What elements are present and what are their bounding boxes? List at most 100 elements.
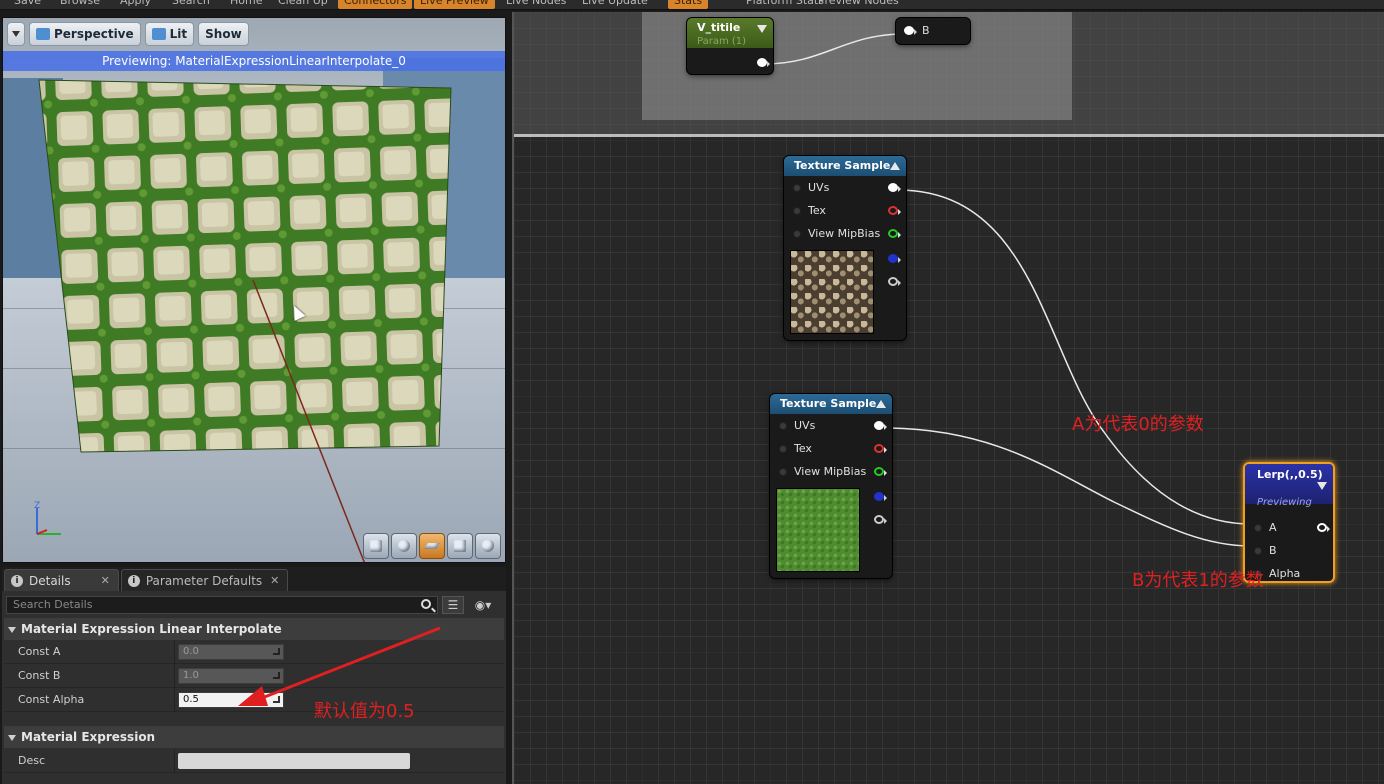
- param-node[interactable]: V_titile Param (1): [687, 18, 773, 74]
- uvs-pin-row: UVs: [784, 176, 906, 199]
- plane-icon[interactable]: [419, 533, 445, 559]
- const-a-input[interactable]: 0.0: [178, 644, 284, 660]
- const-alpha-input[interactable]: 0.5: [178, 692, 284, 708]
- node-graph-canvas[interactable]: V_titile Param (1) B Texture Sample UVs …: [512, 12, 1384, 784]
- annotation-a-param: A为代表0的参数: [1072, 414, 1204, 435]
- input-pin[interactable]: [1254, 524, 1262, 532]
- desc-input[interactable]: [178, 753, 410, 769]
- output-pin[interactable]: [874, 444, 887, 453]
- material-editor-window: Save Browse Apply Search Home Clean Up C…: [0, 0, 1384, 784]
- sphere-icon[interactable]: [391, 533, 417, 559]
- output-pin[interactable]: [757, 58, 770, 67]
- output-pin[interactable]: [888, 206, 901, 215]
- tex-pin-row: Tex: [770, 437, 892, 460]
- pin-label: View MipBias: [794, 465, 867, 478]
- search-icon[interactable]: [421, 599, 431, 609]
- viewport-floor: [3, 278, 505, 562]
- b-input-node[interactable]: B: [896, 18, 970, 44]
- lit-button[interactable]: Lit: [144, 22, 195, 46]
- toolbar-search-button[interactable]: Search: [166, 0, 216, 9]
- lerp-node[interactable]: Lerp(,,0.5) Previewing A B Alpha: [1243, 462, 1335, 583]
- output-pin[interactable]: [888, 183, 901, 192]
- cube-icon[interactable]: [447, 533, 473, 559]
- node-title: Texture Sample: [794, 159, 891, 172]
- details-panel: i Details ✕ i Parameter Defaults ✕ Searc…: [2, 567, 506, 784]
- pin-label: UVs: [794, 419, 816, 432]
- drag-handle-icon[interactable]: [273, 696, 280, 703]
- texture-sample-node[interactable]: Texture Sample UVs Tex View MipBias: [770, 394, 892, 578]
- viewport-options-dropdown[interactable]: [7, 22, 25, 46]
- property-row-desc: Desc: [4, 749, 504, 773]
- const-b-label: Const B: [18, 669, 61, 682]
- output-pin[interactable]: [1317, 523, 1330, 532]
- input-pin[interactable]: [779, 422, 787, 430]
- input-pin[interactable]: [793, 184, 801, 192]
- toolbar-preview-nodes-button[interactable]: Preview Nodes: [812, 0, 905, 9]
- output-pin[interactable]: [874, 467, 887, 476]
- texture-sample-node[interactable]: Texture Sample UVs Tex View MipBias: [784, 156, 906, 340]
- b-node-label: B: [922, 24, 930, 37]
- uvs-pin-row: UVs: [770, 414, 892, 437]
- preview-banner: Previewing: MaterialExpressionLinearInte…: [3, 51, 505, 71]
- toolbar-browse-button[interactable]: Browse: [54, 0, 106, 9]
- output-pin[interactable]: [888, 254, 901, 263]
- toolbar-connectors-button[interactable]: Connectors: [338, 0, 413, 9]
- preview-viewport[interactable]: Perspective Lit Show Previewing: Materia…: [2, 17, 506, 563]
- info-icon: i: [11, 574, 23, 587]
- mipbias-pin-row: View MipBias: [770, 460, 892, 483]
- pin-label: B: [1269, 544, 1277, 557]
- const-b-input[interactable]: 1.0: [178, 668, 284, 684]
- toolbar-live-update-button[interactable]: Live Update: [576, 0, 654, 9]
- pin-label: View MipBias: [808, 227, 881, 240]
- cylinder-icon[interactable]: [363, 533, 389, 559]
- property-row-const-b: Const B 1.0: [4, 664, 504, 688]
- collapse-arrow-icon[interactable]: [890, 162, 900, 170]
- background-building: [3, 78, 63, 288]
- output-pin[interactable]: [874, 421, 887, 430]
- property-row-const-alpha: Const Alpha 0.5: [4, 688, 504, 712]
- drag-handle-icon[interactable]: [273, 648, 280, 655]
- toolbar-home-button[interactable]: Home: [224, 0, 268, 9]
- texture-sample-header: Texture Sample: [784, 156, 906, 176]
- list-view-icon[interactable]: ☰: [442, 596, 464, 614]
- toolbar-apply-button[interactable]: Apply: [114, 0, 157, 9]
- eye-icon[interactable]: ◉▾: [468, 596, 498, 614]
- comment-divider: [514, 134, 1384, 137]
- teapot-icon[interactable]: [475, 533, 501, 559]
- collapse-arrow-icon[interactable]: [757, 25, 767, 33]
- toolbar-live-nodes-button[interactable]: Live Nodes: [500, 0, 572, 9]
- const-alpha-value: 0.5: [183, 694, 199, 705]
- input-pin[interactable]: [779, 468, 787, 476]
- output-pin[interactable]: [874, 492, 887, 501]
- perspective-button[interactable]: Perspective: [29, 22, 141, 46]
- drag-handle-icon[interactable]: [273, 672, 280, 679]
- input-pin[interactable]: [793, 207, 801, 215]
- collapse-arrow-icon[interactable]: [876, 400, 886, 408]
- toolbar-stats-button[interactable]: Stats: [668, 0, 709, 9]
- close-icon[interactable]: ✕: [101, 574, 110, 587]
- output-pin[interactable]: [874, 515, 887, 524]
- collapse-arrow-icon[interactable]: [1317, 482, 1327, 490]
- input-pin[interactable]: [1254, 547, 1262, 555]
- section-linear-interpolate-header[interactable]: Material Expression Linear Interpolate: [4, 618, 504, 640]
- input-pin[interactable]: [793, 230, 801, 238]
- lerp-node-title: Lerp(,,0.5): [1257, 468, 1323, 481]
- input-pin[interactable]: [904, 26, 917, 35]
- input-pin[interactable]: [779, 445, 787, 453]
- toolbar-save-button[interactable]: Save: [8, 0, 47, 9]
- tab-details[interactable]: i Details ✕: [4, 569, 119, 591]
- close-icon[interactable]: ✕: [270, 574, 279, 587]
- show-button[interactable]: Show: [198, 22, 249, 46]
- output-pin[interactable]: [888, 277, 901, 286]
- output-pin[interactable]: [888, 229, 901, 238]
- section-material-expression-header[interactable]: Material Expression: [4, 726, 504, 748]
- lerp-node-subtitle: Previewing: [1257, 497, 1312, 508]
- toolbar-cleanup-button[interactable]: Clean Up: [272, 0, 334, 9]
- desc-label: Desc: [18, 754, 46, 767]
- toolbar-live-preview-button[interactable]: Live Preview: [414, 0, 495, 9]
- search-details-input[interactable]: Search Details: [6, 596, 438, 614]
- section-title: Material Expression: [21, 730, 156, 744]
- param-node-header: V_titile Param (1): [687, 18, 773, 48]
- tab-parameter-defaults[interactable]: i Parameter Defaults ✕: [120, 569, 289, 591]
- tab-details-label: Details: [29, 573, 71, 588]
